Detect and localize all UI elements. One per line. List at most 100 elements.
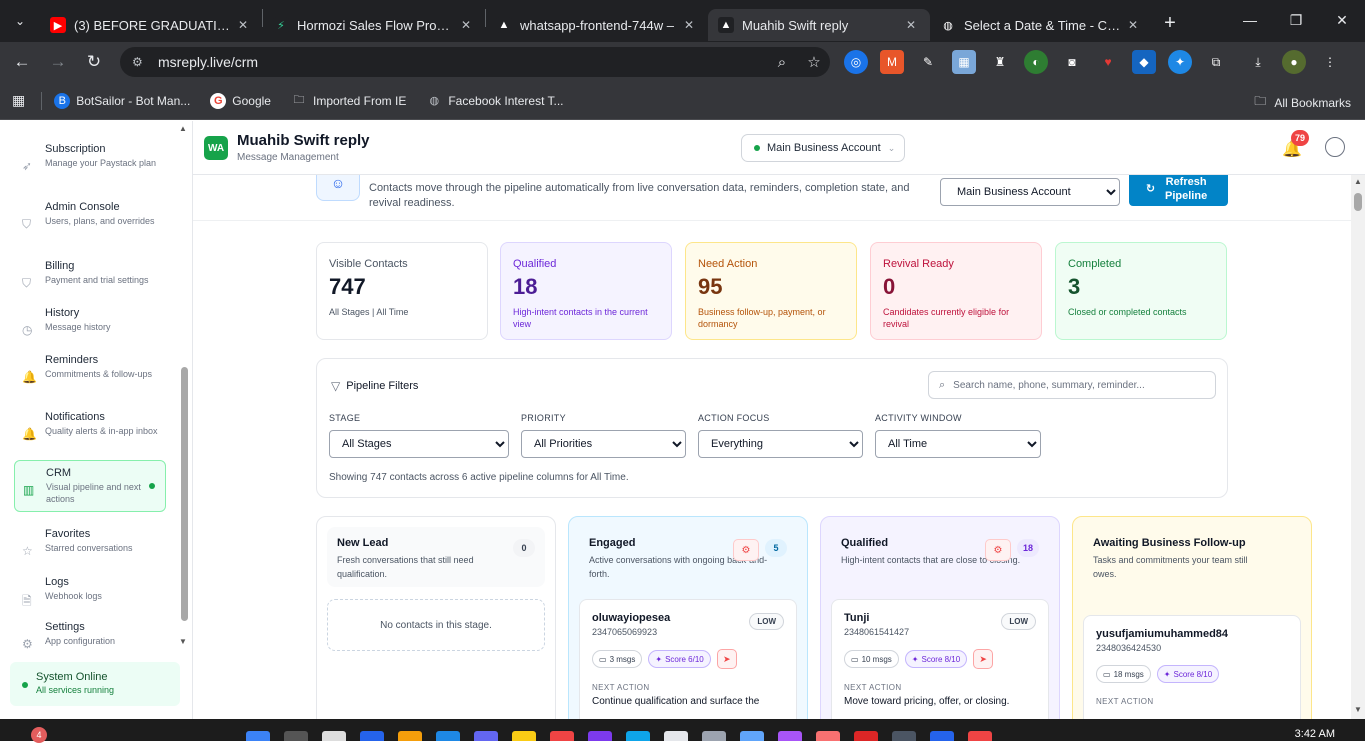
omnibox[interactable]: ⚙ msreply.live/crm ⌕ ☆: [120, 47, 830, 77]
app-icon[interactable]: [740, 731, 764, 741]
all-bookmarks[interactable]: 🗀 All Bookmarks: [1254, 92, 1351, 113]
account-select[interactable]: Main Business Account: [940, 178, 1120, 206]
app-icon[interactable]: [474, 731, 498, 741]
sidebar-item-admin-console[interactable]: ⛉ Admin Console Users, plans, and override…: [14, 195, 166, 237]
back-icon[interactable]: ←: [4, 44, 40, 80]
bookmark-star-icon[interactable]: ☆: [798, 53, 830, 71]
send-icon[interactable]: ➤: [716, 649, 737, 669]
browser-tab[interactable]: ▲ whatsapp-frontend-744w – ✕: [486, 9, 708, 41]
kpi-label: Visible Contacts: [329, 258, 408, 270]
contact-card[interactable]: oluwayiopesea 2347065069923 LOW ▭ 3 msgs …: [579, 599, 797, 719]
tab-close-icon[interactable]: ✕: [1124, 18, 1142, 32]
app-icon[interactable]: [702, 731, 726, 741]
sidebar-item-favorites[interactable]: ☆ Favorites Starred conversations: [14, 522, 166, 564]
vscode-icon[interactable]: [930, 731, 954, 741]
priority-select[interactable]: All Priorities: [521, 430, 686, 458]
app-icon[interactable]: [360, 731, 384, 741]
folder-icon[interactable]: [398, 731, 422, 741]
restore-icon[interactable]: ❐: [1273, 0, 1319, 40]
camera-icon[interactable]: ◙: [1060, 50, 1084, 74]
app-icon[interactable]: [892, 731, 916, 741]
bot-icon[interactable]: ⚙: [733, 539, 759, 561]
extension-icon[interactable]: ♜: [988, 50, 1012, 74]
bookmark-google[interactable]: G Google: [210, 92, 271, 109]
new-tab-button[interactable]: +: [1152, 12, 1188, 35]
app-icon[interactable]: [968, 731, 992, 741]
browser-tab[interactable]: ▶ (3) BEFORE GRADUATION - C✕: [40, 9, 262, 41]
tab-close-icon[interactable]: ✕: [902, 18, 920, 32]
sidebar-item-history[interactable]: ◷ History Message history: [14, 301, 166, 343]
minimize-icon[interactable]: —: [1227, 0, 1273, 40]
apps-grid-icon[interactable]: ▦: [12, 92, 25, 109]
sidebar-item-billing[interactable]: ⛉ Billing Payment and trial settings: [14, 254, 166, 296]
action-focus-select[interactable]: Everything: [698, 430, 863, 458]
sidebar-item-reminders[interactable]: 🔔 Reminders Commitments & follow-ups: [14, 348, 166, 390]
extension-icon[interactable]: ♥: [1096, 50, 1120, 74]
tab-search-icon[interactable]: ⌄: [0, 0, 40, 42]
app-icon[interactable]: [854, 731, 878, 741]
contact-card[interactable]: yusufjamiumuhammed84 2348036424530 ▭ 18 m…: [1083, 615, 1301, 719]
sidebar-item-crm[interactable]: ▥ CRM Visual pipeline and next actions: [14, 460, 166, 512]
scroll-up-icon[interactable]: ▲: [179, 124, 187, 133]
sidebar-item-title: CRM: [46, 467, 72, 479]
app-icon[interactable]: [512, 731, 536, 741]
activity-window-select[interactable]: All Time: [875, 430, 1041, 458]
search-icon[interactable]: [284, 731, 308, 741]
download-icon[interactable]: ⤓: [1246, 50, 1270, 74]
reload-icon[interactable]: ↻: [76, 44, 112, 80]
bot-icon[interactable]: ⚙: [985, 539, 1011, 561]
sidebar-item-notifications[interactable]: 🔔 Notifications Quality alerts & in-app in…: [14, 405, 166, 447]
browser-tab[interactable]: ▲ Muahib Swift reply ✕: [708, 9, 930, 41]
sidebar-item-subscription[interactable]: ➶ Subscription Manage your Paystack plan: [14, 137, 166, 179]
sidebar-item-logs[interactable]: 🗎 Logs Webhook logs: [14, 570, 166, 612]
send-icon[interactable]: ➤: [973, 649, 994, 669]
app-icon[interactable]: [588, 731, 612, 741]
tab-close-icon[interactable]: ✕: [234, 18, 252, 32]
extension-icon[interactable]: ✦: [1168, 50, 1192, 74]
chrome-icon[interactable]: [550, 731, 574, 741]
windows-start-icon[interactable]: [246, 731, 270, 741]
browser-tab[interactable]: ⚡ Hormozi Sales Flow Prompt ✕: [263, 9, 485, 41]
main-scroll-thumb[interactable]: [1354, 193, 1362, 211]
tab-close-icon[interactable]: ✕: [457, 18, 475, 32]
message-count: 10 msgs: [861, 654, 892, 664]
scroll-down-icon[interactable]: ▼: [179, 637, 187, 646]
scroll-up-icon[interactable]: ▲: [1354, 177, 1362, 186]
app-icon[interactable]: [664, 731, 688, 741]
bookmark-botsailor[interactable]: B BotSailor - Bot Man...: [54, 92, 191, 109]
refresh-pipeline-button[interactable]: ↻ Refresh Pipeline: [1129, 175, 1228, 206]
sidebar-scroll-thumb[interactable]: [181, 367, 188, 621]
extension-icon[interactable]: ◆: [1132, 50, 1156, 74]
tab-close-icon[interactable]: ✕: [680, 18, 698, 32]
site-info-icon[interactable]: ⚙: [132, 55, 152, 69]
forward-icon[interactable]: →: [40, 44, 76, 80]
app-icon[interactable]: [626, 731, 650, 741]
browser-tab[interactable]: ◍ Select a Date & Time - Calen ✕: [930, 9, 1152, 41]
app-icon[interactable]: [322, 731, 346, 741]
extension-icon[interactable]: ◎: [844, 50, 868, 74]
url-text[interactable]: msreply.live/crm: [158, 54, 766, 70]
scroll-down-icon[interactable]: ▼: [1354, 705, 1362, 714]
contact-card[interactable]: Tunji 2348061541427 LOW ▭ 10 msgs ✦ Score …: [831, 599, 1049, 719]
extension-icon[interactable]: ◐: [1024, 50, 1048, 74]
menu-kebab-icon[interactable]: ⋮: [1318, 50, 1342, 74]
user-avatar-icon[interactable]: [1325, 137, 1345, 157]
close-window-icon[interactable]: ✕: [1319, 0, 1365, 40]
main-scrollbar[interactable]: ▲ ▼: [1351, 175, 1365, 719]
app-icon[interactable]: [436, 731, 460, 741]
extension-icon[interactable]: ▦: [952, 50, 976, 74]
app-icon[interactable]: [816, 731, 840, 741]
bookmark-facebook-interest[interactable]: ◍ Facebook Interest T...: [426, 93, 564, 109]
zoom-search-icon[interactable]: ⌕: [766, 54, 798, 71]
extensions-puzzle-icon[interactable]: ⧉: [1204, 50, 1228, 74]
extension-icon[interactable]: M: [880, 50, 904, 74]
app-icon[interactable]: [778, 731, 802, 741]
search-input[interactable]: ⌕ Search name, phone, summary, reminder..…: [928, 371, 1216, 399]
eyedropper-icon[interactable]: ✎: [916, 50, 940, 74]
profile-avatar[interactable]: ●: [1282, 50, 1306, 74]
stage-select[interactable]: All Stages: [329, 430, 509, 458]
bookmark-folder-imported[interactable]: 🗀 Imported From IE: [291, 93, 406, 109]
bookmark-label: BotSailor - Bot Man...: [76, 93, 191, 108]
account-switcher[interactable]: Main Business Account ⌄: [741, 134, 905, 162]
sidebar-item-settings[interactable]: ⚙ Settings App configuration: [14, 615, 166, 657]
